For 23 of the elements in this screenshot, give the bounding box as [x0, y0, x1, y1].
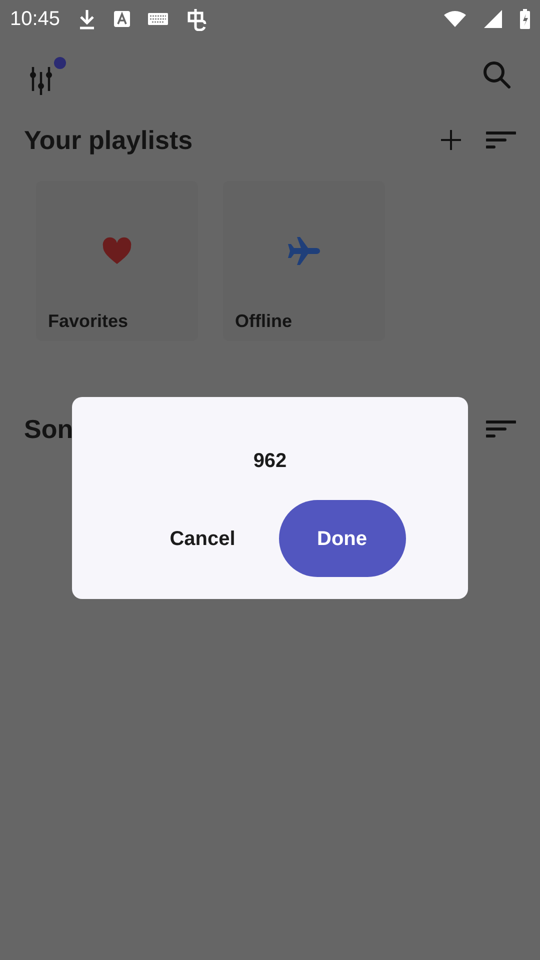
done-button[interactable]: Done: [278, 500, 406, 577]
section-title: Your playlists: [24, 124, 193, 156]
section-title: Son: [24, 412, 74, 446]
text-icon: [114, 11, 130, 27]
keyboard-icon: [148, 13, 168, 25]
download-icon: [78, 8, 96, 30]
status-time: 10:45: [10, 7, 60, 32]
heart-icon: [102, 236, 132, 264]
cancel-button[interactable]: Cancel: [152, 500, 252, 577]
airplane-icon: [287, 236, 321, 266]
equalizer-icon[interactable]: [28, 65, 54, 95]
playlist-card[interactable]: Favorites: [36, 181, 198, 341]
playlist-label: Offline: [234, 310, 293, 333]
signal-icon: [484, 10, 502, 28]
dialog-text: 962: [253, 449, 287, 474]
playlist-label: Favorites: [47, 310, 130, 333]
add-icon[interactable]: [440, 129, 462, 151]
sort-icon[interactable]: [486, 420, 516, 438]
playlist-card[interactable]: Offline: [223, 181, 385, 341]
search-icon[interactable]: [482, 60, 512, 90]
wifi-icon: [444, 11, 466, 27]
sort-icon[interactable]: [486, 131, 516, 149]
battery-icon: [520, 9, 530, 29]
